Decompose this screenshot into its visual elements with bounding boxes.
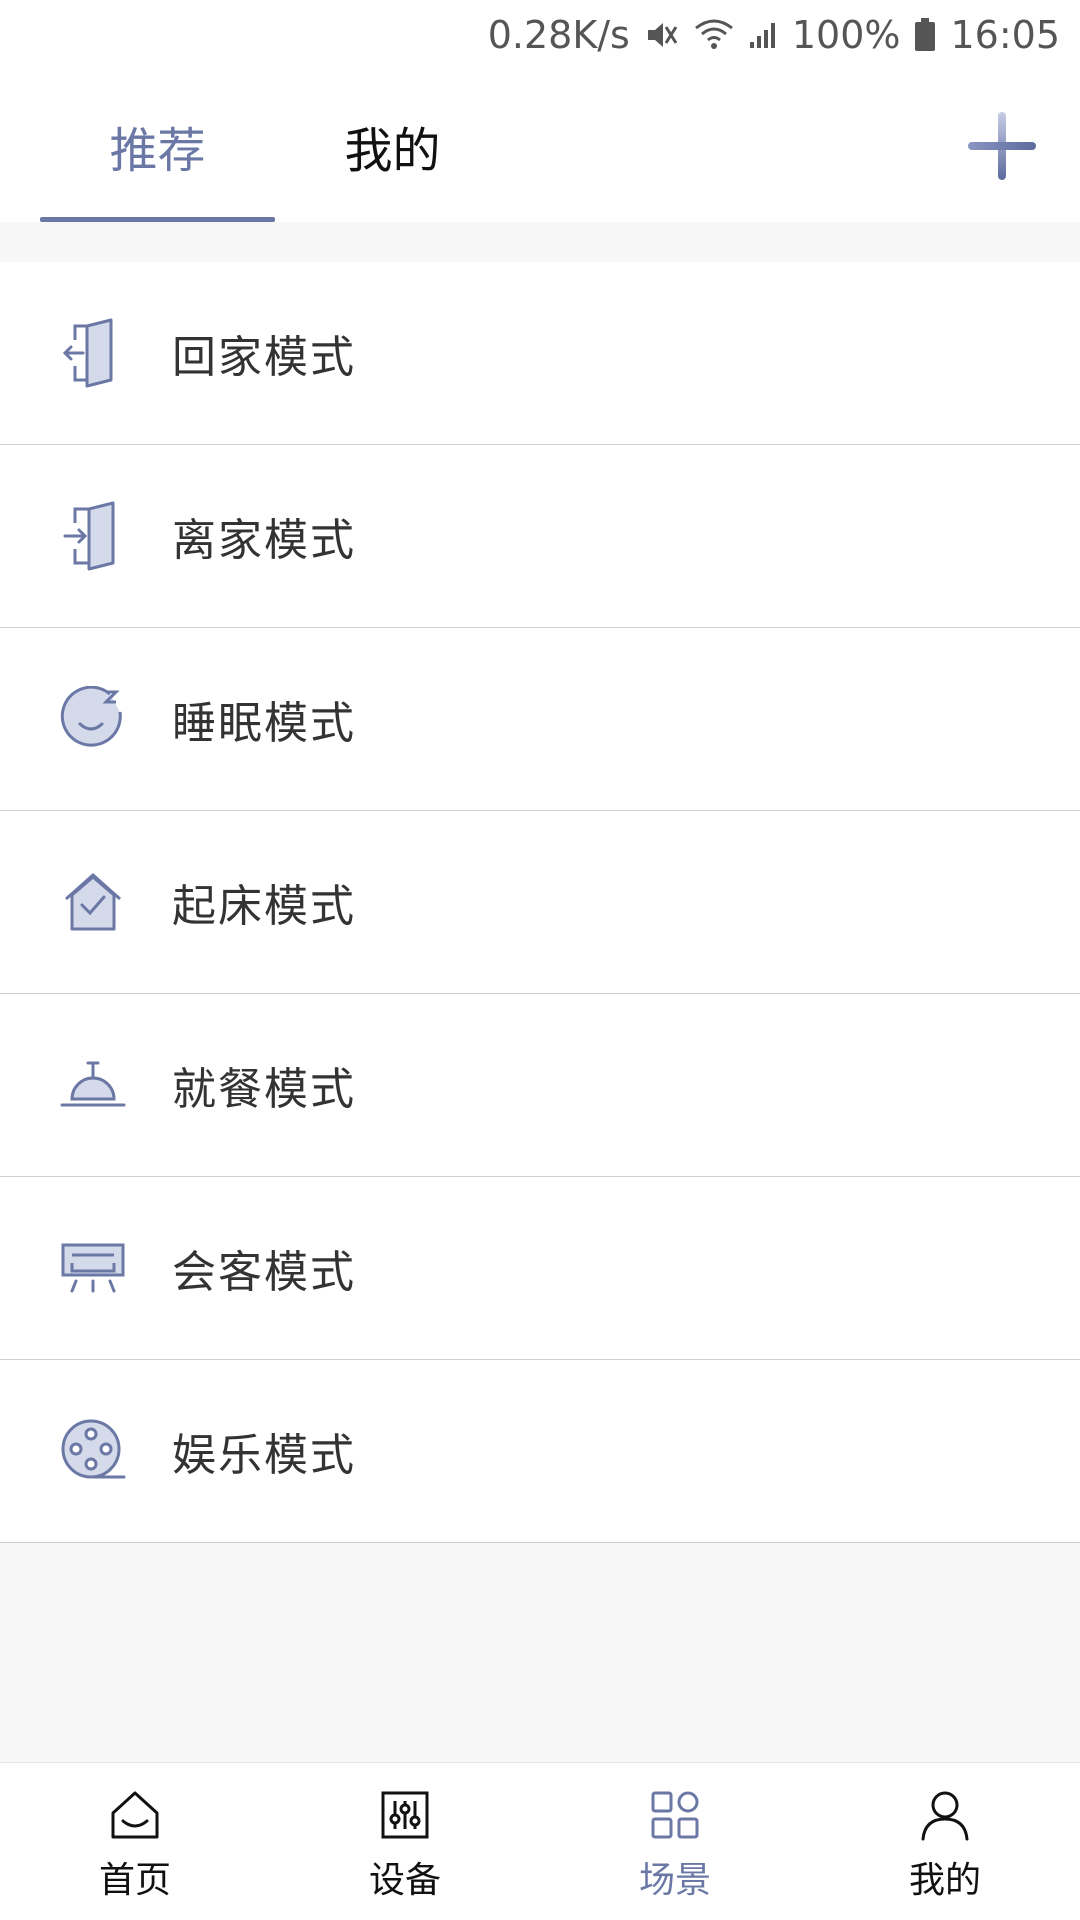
header-tabs: 推荐 我的 bbox=[0, 70, 1080, 222]
scene-label: 离家模式 bbox=[172, 515, 356, 566]
nav-label: 首页 bbox=[98, 1860, 171, 1901]
scene-label: 会客模式 bbox=[172, 1247, 356, 1298]
net-speed: 0.28K/s bbox=[487, 13, 630, 57]
list-item-scene-wakeup[interactable]: 起床模式 bbox=[0, 811, 1080, 994]
nav-scenes[interactable]: 场景 bbox=[540, 1763, 810, 1920]
list-item-scene-away[interactable]: 离家模式 bbox=[0, 445, 1080, 628]
person-icon bbox=[921, 1791, 969, 1841]
nav-mine[interactable]: 我的 bbox=[810, 1763, 1080, 1920]
list-item-scene-dining[interactable]: 就餐模式 bbox=[0, 994, 1080, 1177]
air-conditioner-icon bbox=[58, 1233, 128, 1303]
scene-label: 就餐模式 bbox=[172, 1064, 356, 1115]
nav-label: 场景 bbox=[638, 1860, 711, 1901]
sleep-face-icon bbox=[58, 684, 128, 754]
scene-grid-icon bbox=[651, 1791, 699, 1839]
clock: 16:05 bbox=[950, 13, 1060, 57]
scene-page: 0.28K/s 100% 16:05 推荐 我的 回家模式 离家模式 睡眠模式 … bbox=[0, 0, 1080, 1920]
tab-mine[interactable]: 我的 bbox=[275, 70, 510, 222]
scene-label: 起床模式 bbox=[172, 881, 356, 932]
film-reel-icon bbox=[58, 1416, 128, 1486]
dining-bell-icon bbox=[58, 1050, 128, 1120]
list-item-scene-sleep[interactable]: 睡眠模式 bbox=[0, 628, 1080, 811]
tab-recommend[interactable]: 推荐 bbox=[40, 70, 275, 222]
battery-percent: 100% bbox=[791, 13, 901, 57]
nav-home[interactable]: 首页 bbox=[0, 1763, 270, 1920]
scene-list: 回家模式 离家模式 睡眠模式 起床模式 就餐模式 会客模式 娱乐模式 bbox=[0, 262, 1080, 1543]
door-enter-icon bbox=[58, 318, 128, 388]
active-tab-indicator bbox=[40, 217, 275, 222]
plus-icon bbox=[968, 112, 1036, 180]
add-scene-button[interactable] bbox=[964, 108, 1040, 184]
nav-devices[interactable]: 设备 bbox=[270, 1763, 540, 1920]
device-sliders-icon bbox=[381, 1791, 429, 1839]
home-icon bbox=[111, 1791, 159, 1839]
nav-label: 我的 bbox=[908, 1860, 981, 1901]
list-item-scene-home[interactable]: 回家模式 bbox=[0, 262, 1080, 445]
status-bar: 0.28K/s 100% 16:05 bbox=[0, 0, 1080, 70]
scene-label: 回家模式 bbox=[172, 332, 356, 383]
door-exit-icon bbox=[58, 501, 128, 571]
nav-label: 设备 bbox=[368, 1860, 441, 1901]
list-item-scene-entertainment[interactable]: 娱乐模式 bbox=[0, 1360, 1080, 1543]
mute-icon bbox=[644, 17, 680, 53]
bottom-nav: 首页 设备 场景 我的 bbox=[0, 1762, 1080, 1920]
battery-icon bbox=[914, 18, 936, 52]
wifi-icon bbox=[694, 18, 734, 52]
list-item-scene-guest[interactable]: 会客模式 bbox=[0, 1177, 1080, 1360]
scene-label: 睡眠模式 bbox=[172, 698, 356, 749]
house-check-icon bbox=[58, 867, 128, 937]
scene-label: 娱乐模式 bbox=[172, 1430, 356, 1481]
signal-icon bbox=[748, 20, 778, 50]
